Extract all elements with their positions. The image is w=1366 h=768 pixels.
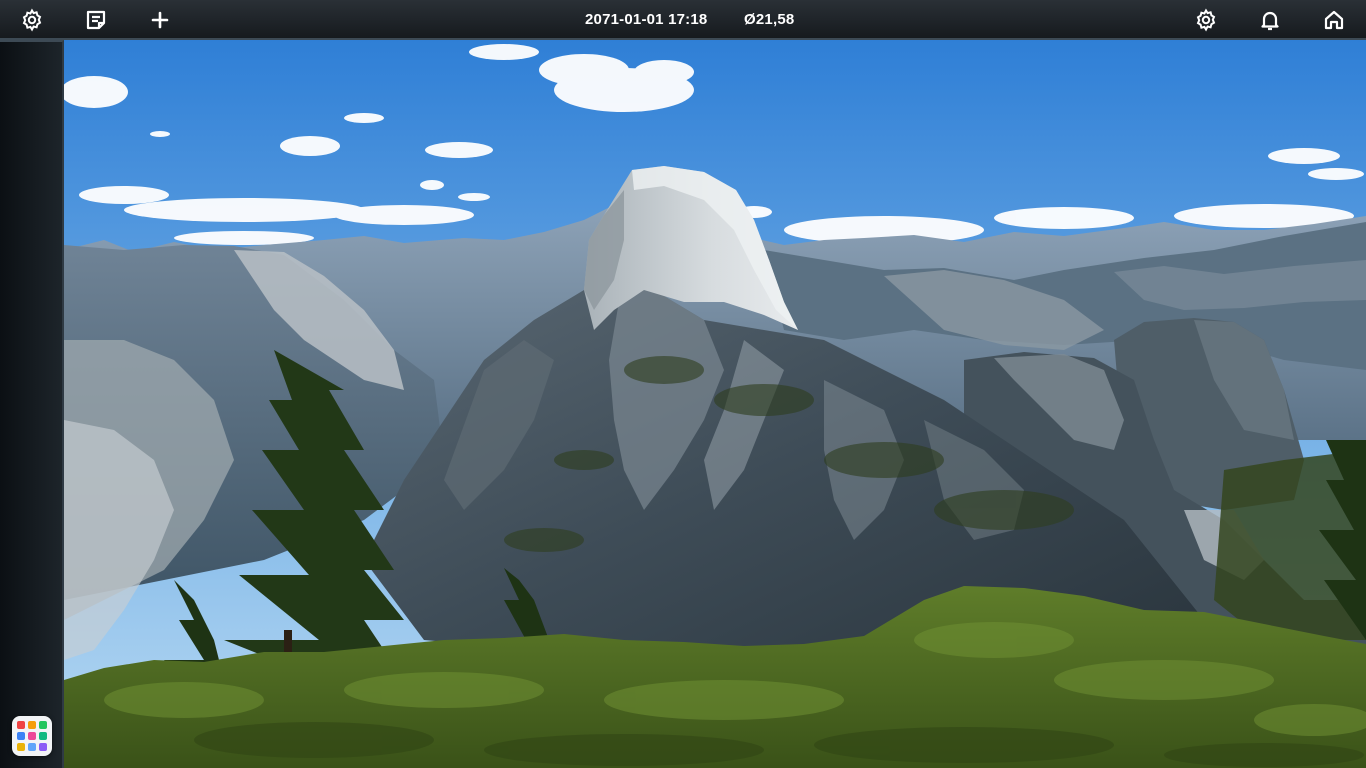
app-grid-tile — [17, 743, 25, 751]
notes-icon[interactable] — [82, 6, 110, 34]
app-grid-tile — [39, 732, 47, 740]
app-grid-tile — [28, 721, 36, 729]
left-dock — [0, 40, 64, 768]
home-icon[interactable] — [1320, 6, 1348, 34]
settings-icon[interactable] — [18, 6, 46, 34]
top-bar: 2071-01-01 17:18 Ø21,58 — [0, 0, 1366, 40]
app-grid-tile — [39, 721, 47, 729]
notifications-bell-icon[interactable] — [1256, 6, 1284, 34]
desktop-wallpaper — [64, 40, 1366, 768]
balance-display[interactable]: Ø21,58 — [744, 11, 794, 29]
add-icon[interactable] — [146, 6, 174, 34]
app-grid-tile — [28, 732, 36, 740]
mountain-landscape-image — [64, 40, 1366, 768]
app-grid-tile — [28, 743, 36, 751]
app-grid-tile — [17, 721, 25, 729]
system-settings-icon[interactable] — [1192, 6, 1220, 34]
clock-datetime[interactable]: 2071-01-01 17:18 — [585, 11, 707, 29]
app-grid-tile — [17, 732, 25, 740]
app-grid-icon[interactable] — [12, 716, 52, 756]
app-grid-tile — [39, 743, 47, 751]
